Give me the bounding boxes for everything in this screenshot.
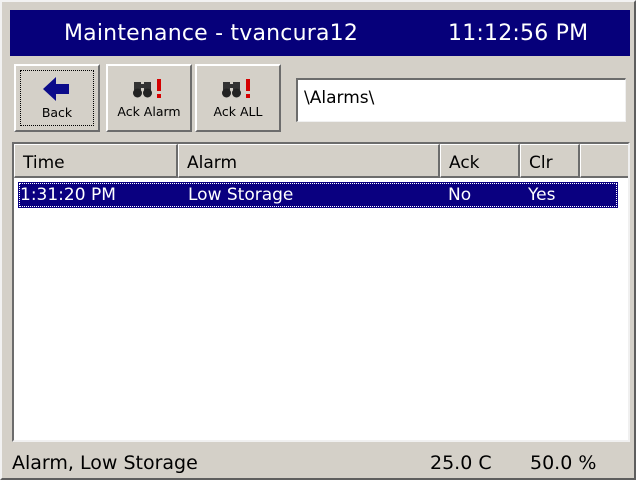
ack-alarm-label: Ack Alarm	[117, 103, 181, 119]
path-field[interactable]: \Alarms\	[296, 78, 626, 122]
column-header-ack[interactable]: Ack	[440, 144, 520, 178]
column-header-filler	[580, 144, 628, 178]
cell-clr: Yes	[528, 185, 556, 205]
app-window: Maintenance - tvancura12 11:12:56 PM Bac…	[0, 0, 636, 480]
binoculars-alert-icon	[133, 78, 161, 98]
column-header-time[interactable]: Time	[14, 144, 178, 178]
ack-alarm-button[interactable]: Ack Alarm	[106, 64, 192, 132]
cell-time: 1:31:20 PM	[20, 185, 116, 205]
clock: 11:12:56 PM	[448, 20, 589, 46]
binoculars-alert-icon	[222, 78, 250, 98]
ack-all-label: Ack ALL	[213, 103, 263, 119]
status-bar: Alarm, Low Storage 25.0 C 50.0 %	[10, 446, 630, 476]
focus-rect	[20, 70, 94, 126]
column-header-clr[interactable]: Clr	[520, 144, 580, 178]
title-bar: Maintenance - tvancura12 11:12:56 PM	[10, 10, 630, 56]
back-button[interactable]: Back	[14, 64, 100, 132]
column-header-alarm[interactable]: Alarm	[178, 144, 440, 178]
ack-all-button[interactable]: Ack ALL	[195, 64, 281, 132]
status-message: Alarm, Low Storage	[12, 452, 198, 474]
alarm-list[interactable]: Time Alarm Ack Clr 1:31:20 PM Low Storag…	[12, 142, 630, 442]
window-title: Maintenance - tvancura12	[64, 20, 359, 46]
cell-alarm: Low Storage	[188, 185, 294, 205]
humidity-readout: 50.0 %	[530, 452, 597, 474]
cell-ack: No	[448, 185, 472, 205]
temperature-readout: 25.0 C	[430, 452, 492, 474]
table-row[interactable]: 1:31:20 PM Low Storage No Yes	[18, 182, 618, 208]
